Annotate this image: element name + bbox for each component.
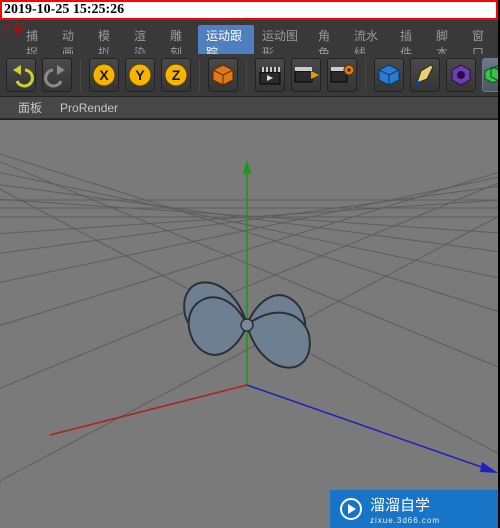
axis-z-button[interactable]: Z <box>161 58 191 92</box>
redo-icon <box>43 61 71 89</box>
history-undo-button[interactable] <box>6 58 36 92</box>
watermark-badge: 溜溜自学 zixue.3d66.com <box>330 490 498 528</box>
watermark-brand: 溜溜自学 <box>370 494 440 515</box>
X-icon: X <box>90 61 118 89</box>
main-menubar: 捕捉动画模拟渲染雕刻运动跟踪运动图形角色流水线插件脚本窗口 <box>0 34 500 54</box>
render-frame-button[interactable] <box>255 58 285 92</box>
render-region-button[interactable] <box>291 58 321 92</box>
add-pen-button[interactable] <box>410 58 440 92</box>
subtoolbar-item-1[interactable]: ProRender <box>60 101 118 115</box>
axis-x-line <box>50 385 247 435</box>
undo-icon <box>7 61 35 89</box>
toolbar-separator <box>199 59 200 91</box>
add-deformer-button[interactable] <box>446 58 476 92</box>
Z-icon: Z <box>162 61 190 89</box>
cube-orange-icon <box>209 61 237 89</box>
pen-icon <box>411 61 439 89</box>
axis-x-button[interactable]: X <box>89 58 119 92</box>
svg-text:Z: Z <box>172 67 181 83</box>
render-settings-button[interactable] <box>327 58 357 92</box>
timestamp-text: 2019-10-25 15:25:26 <box>4 3 124 17</box>
clapper-icon <box>256 61 284 89</box>
timestamp-overlay: 2019-10-25 15:25:26 <box>0 0 498 20</box>
axis-z-line <box>247 385 490 470</box>
cube-blue-icon <box>375 61 403 89</box>
axis-y-button[interactable]: Y <box>125 58 155 92</box>
toolbar-separator <box>246 59 247 91</box>
toolbar-separator <box>80 59 81 91</box>
watermark-url: zixue.3d66.com <box>370 516 440 525</box>
viewport-sub-toolbar: 面板 ProRender <box>0 97 500 119</box>
add-cube-button[interactable] <box>374 58 404 92</box>
viewport-3d[interactable]: 溜溜自学 zixue.3d66.com <box>0 119 498 528</box>
svg-text:Y: Y <box>135 67 145 83</box>
history-redo-button[interactable] <box>42 58 72 92</box>
play-icon <box>340 498 362 520</box>
cube-primitive-button[interactable] <box>208 58 238 92</box>
clapper-gear-icon <box>328 61 356 89</box>
Y-icon: Y <box>126 61 154 89</box>
main-toolbar: X Y Z <box>0 54 500 96</box>
svg-text:X: X <box>99 67 109 83</box>
viewport-canvas <box>0 120 498 528</box>
toolbar-separator <box>365 59 366 91</box>
subtoolbar-item-0[interactable]: 面板 <box>18 99 42 116</box>
clapper-arrow-icon <box>292 61 320 89</box>
nut-icon <box>447 61 475 89</box>
